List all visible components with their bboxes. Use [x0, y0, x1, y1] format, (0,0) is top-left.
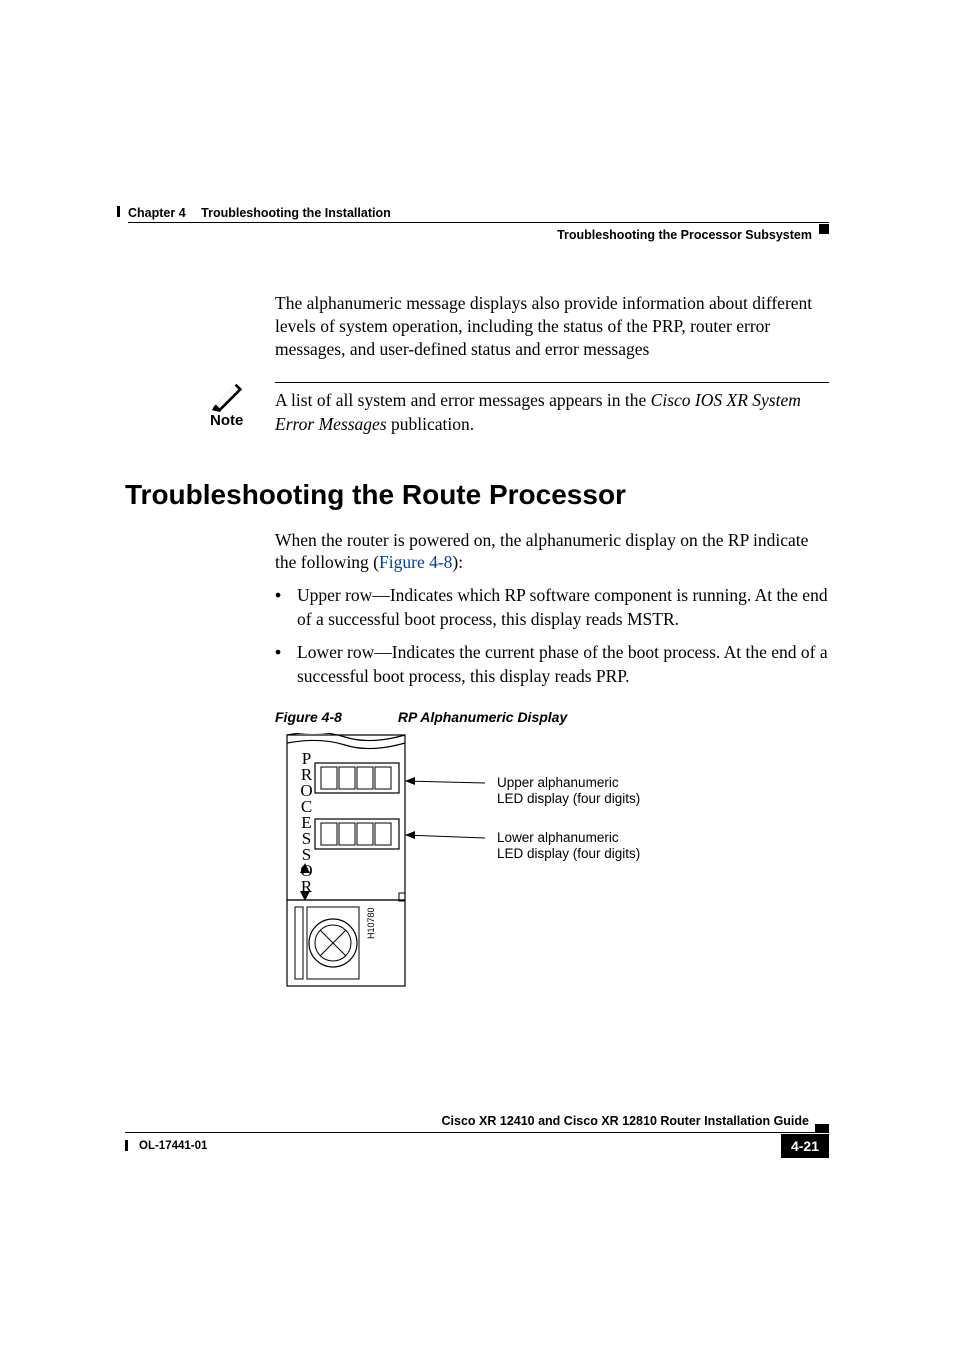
- chapter-label: Chapter 4: [128, 206, 186, 220]
- note-rule: [275, 382, 829, 383]
- callout-upper-l2: LED display (four digits): [497, 791, 640, 806]
- body-paragraph-2: When the router is powered on, the alpha…: [275, 529, 829, 575]
- page-footer: Cisco XR 12410 and Cisco XR 12810 Router…: [125, 1132, 829, 1133]
- callout-upper-l1: Upper alphanumeric: [497, 775, 619, 790]
- figure-ref-link[interactable]: Figure 4-8: [379, 552, 452, 572]
- chapter-title: Troubleshooting the Installation: [201, 206, 391, 220]
- footer-endcap: [815, 1124, 829, 1132]
- callout-lower-l2: LED display (four digits): [497, 846, 640, 861]
- note-pencil-icon: [210, 380, 248, 412]
- header-left-tick: [117, 206, 120, 217]
- header-rule: [128, 222, 829, 223]
- callout-upper: Upper alphanumeric LED display (four dig…: [497, 775, 640, 809]
- note-label: Note: [210, 412, 243, 429]
- note-block: Note A list of all system and error mess…: [210, 382, 829, 436]
- header-endcap: [819, 224, 829, 234]
- note-text-prefix: A list of all system and error messages …: [275, 390, 651, 410]
- callout-lower-l1: Lower alphanumeric: [497, 830, 619, 845]
- footer-guide-title: Cisco XR 12410 and Cisco XR 12810 Router…: [442, 1114, 809, 1128]
- bullet-dot: •: [275, 584, 297, 631]
- footer-doc-id: OL-17441-01: [139, 1140, 207, 1152]
- bullet-list: • Upper row—Indicates which RP software …: [275, 584, 829, 689]
- processor-side-label: PROCESSOR: [296, 749, 316, 893]
- footer-rule: [125, 1132, 829, 1133]
- chapter-header: Chapter 4 Troubleshooting the Installati…: [128, 206, 391, 220]
- bullet-dot: •: [275, 641, 297, 688]
- page-number: 4-21: [781, 1134, 829, 1158]
- list-item: • Upper row—Indicates which RP software …: [275, 584, 829, 631]
- figure-art-id: H10780: [366, 907, 376, 939]
- section-heading: Troubleshooting the Route Processor: [125, 479, 829, 511]
- body2-prefix: When the router is powered on, the alpha…: [275, 530, 808, 573]
- figure-rp-display: PROCESSOR H10780 Upper alphanumeric LED …: [275, 733, 755, 991]
- list-item: • Lower row—Indicates the current phase …: [275, 641, 829, 688]
- body2-suffix: ):: [452, 552, 463, 572]
- callout-lower: Lower alphanumeric LED display (four dig…: [497, 830, 640, 864]
- bullet-text: Lower row—Indicates the current phase of…: [297, 641, 829, 688]
- bullet-text: Upper row—Indicates which RP software co…: [297, 584, 829, 631]
- section-tag: Troubleshooting the Processor Subsystem: [557, 228, 812, 242]
- note-text: A list of all system and error messages …: [275, 389, 829, 436]
- note-text-suffix: publication.: [387, 414, 474, 434]
- figure-label: Figure 4-8: [275, 709, 342, 725]
- footer-left-tick: [125, 1140, 128, 1151]
- intro-paragraph: The alphanumeric message displays also p…: [275, 292, 829, 360]
- figure-title: RP Alphanumeric Display: [398, 709, 567, 725]
- figure-caption: Figure 4-8 RP Alphanumeric Display: [275, 709, 829, 725]
